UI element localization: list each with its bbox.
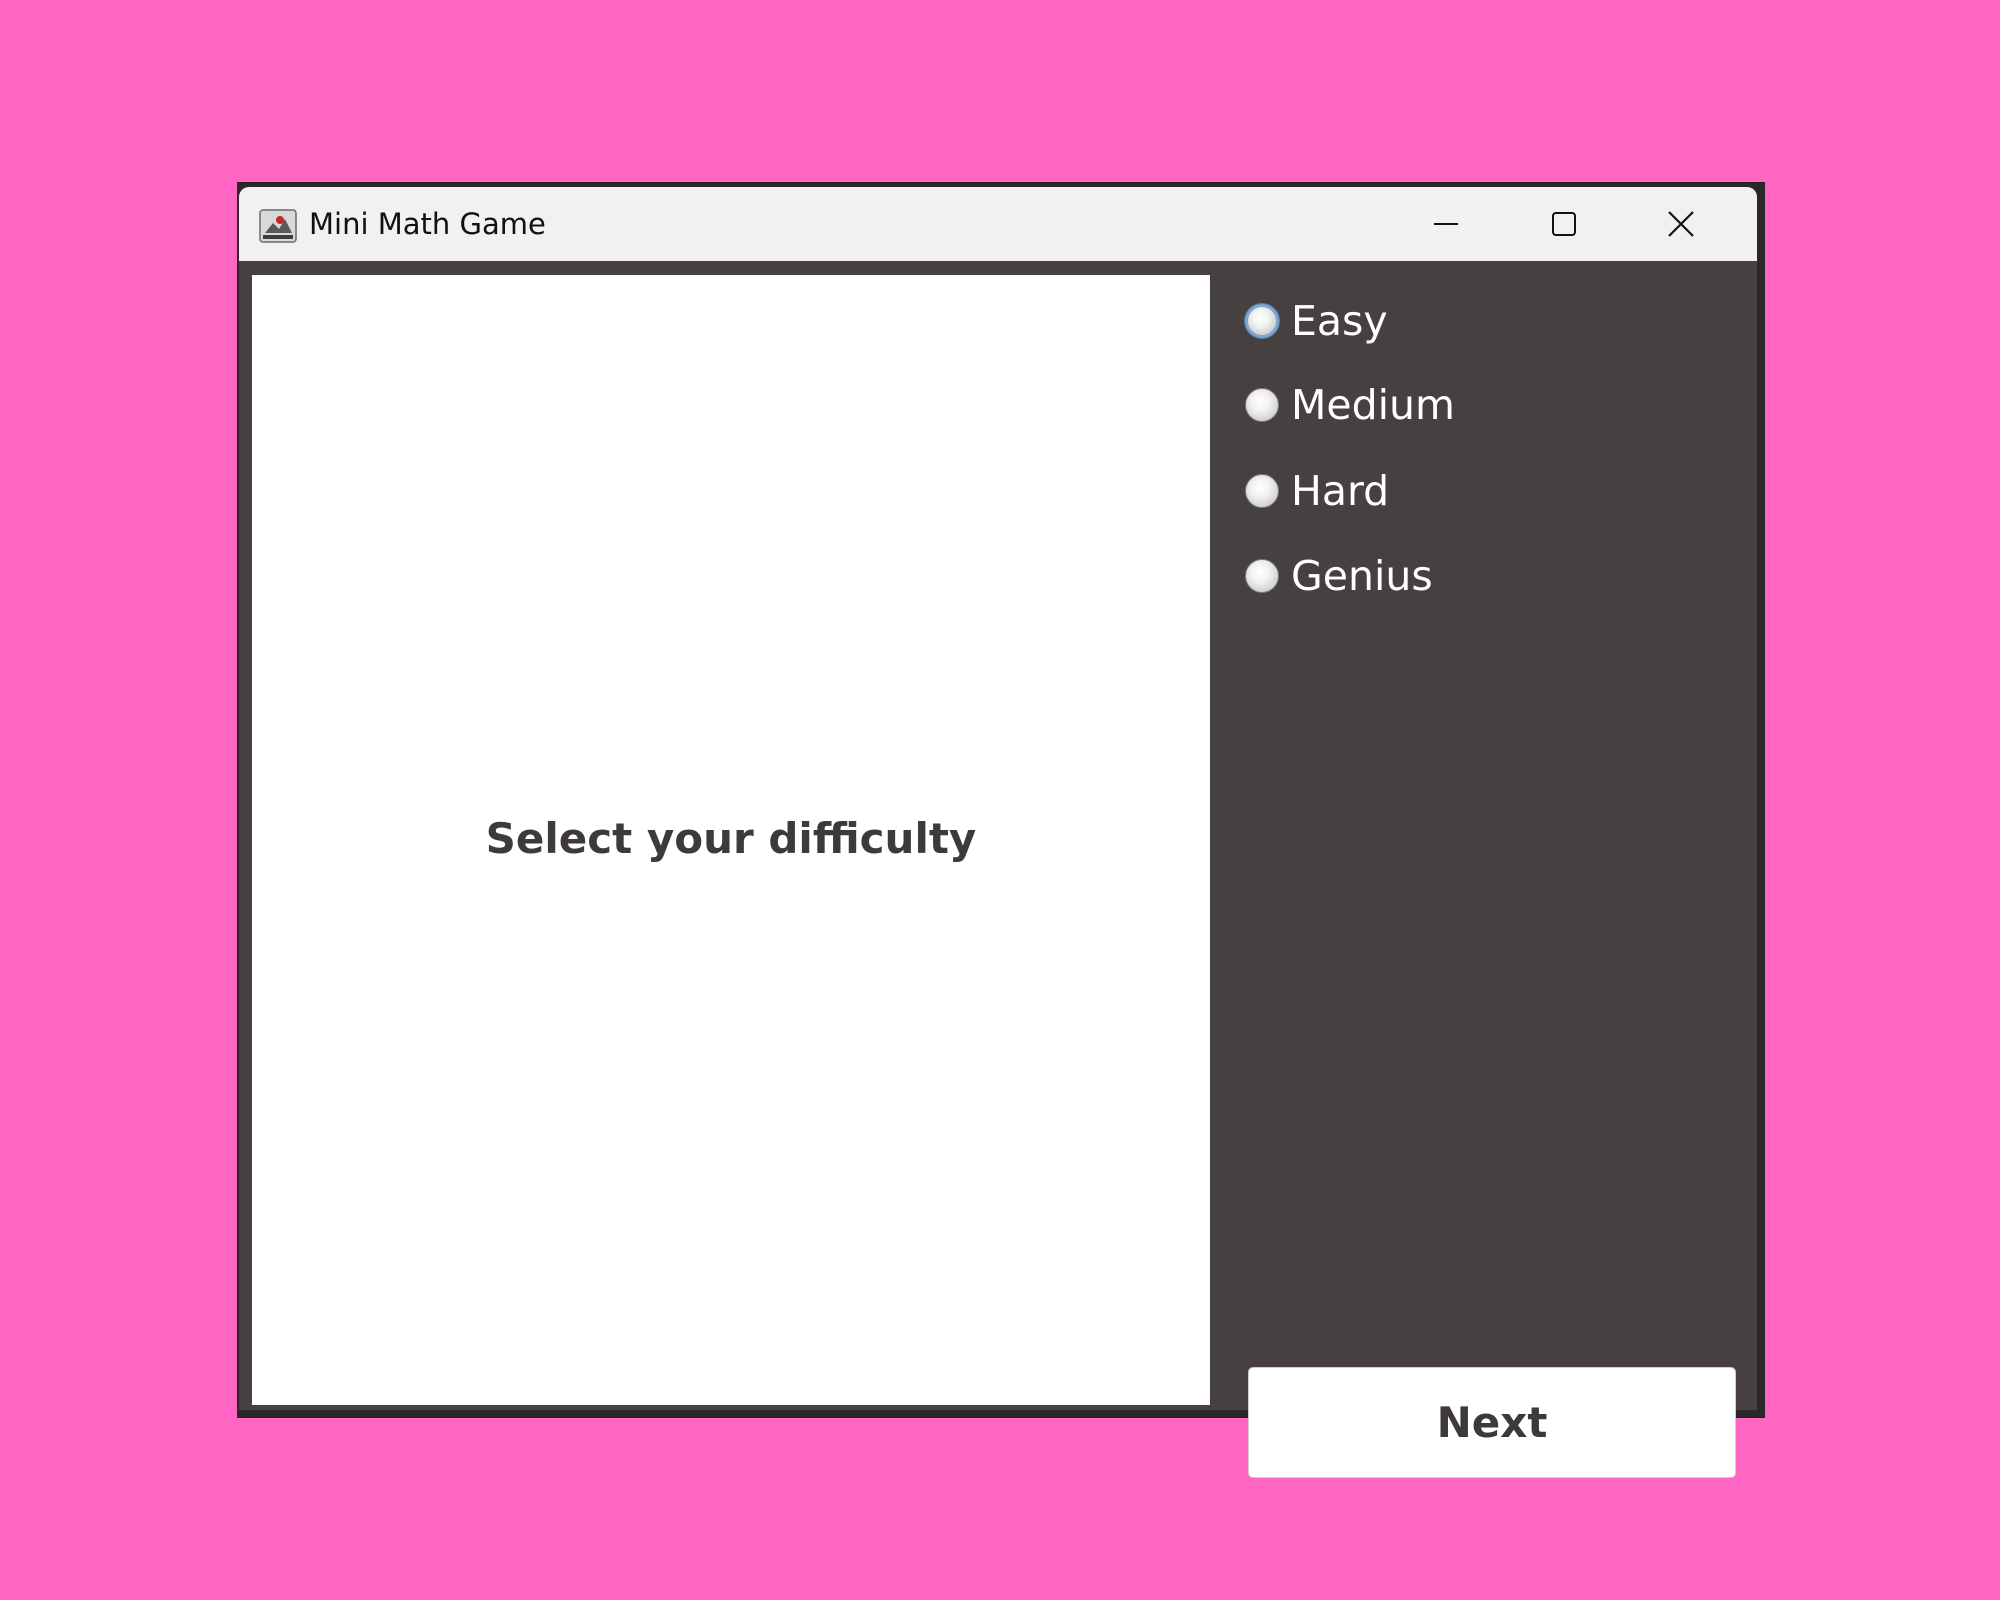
radio-label-genius[interactable]: Genius <box>1291 552 1433 600</box>
close-icon <box>1668 211 1694 237</box>
maximize-icon <box>1552 212 1576 236</box>
difficulty-prompt: Select your difficulty <box>485 813 977 863</box>
radio-button-easy[interactable] <box>1245 304 1279 338</box>
minimize-icon <box>1434 223 1458 225</box>
radio-option-hard[interactable]: Hard <box>1245 461 1389 521</box>
minimize-button[interactable] <box>1391 187 1501 261</box>
radio-button-medium[interactable] <box>1245 388 1279 422</box>
title-bar[interactable]: Mini Math Game <box>239 187 1757 261</box>
app-window: Mini Math Game Select your difficulty Ea… <box>237 182 1765 1478</box>
maximize-button[interactable] <box>1509 187 1619 261</box>
next-button[interactable]: Next <box>1248 1367 1736 1478</box>
java-app-icon <box>259 209 297 243</box>
radio-label-medium[interactable]: Medium <box>1291 381 1455 429</box>
content-area: Select your difficulty Easy Medium Hard … <box>239 261 1757 1478</box>
close-button[interactable] <box>1626 187 1736 261</box>
window-title: Mini Math Game <box>309 207 546 241</box>
question-panel: Select your difficulty <box>252 275 1210 1405</box>
radio-option-medium[interactable]: Medium <box>1245 375 1455 435</box>
radio-option-easy[interactable]: Easy <box>1245 291 1388 351</box>
radio-button-hard[interactable] <box>1245 474 1279 508</box>
radio-label-hard[interactable]: Hard <box>1291 467 1389 515</box>
radio-option-genius[interactable]: Genius <box>1245 546 1433 606</box>
radio-button-genius[interactable] <box>1245 559 1279 593</box>
radio-label-easy[interactable]: Easy <box>1291 297 1388 345</box>
